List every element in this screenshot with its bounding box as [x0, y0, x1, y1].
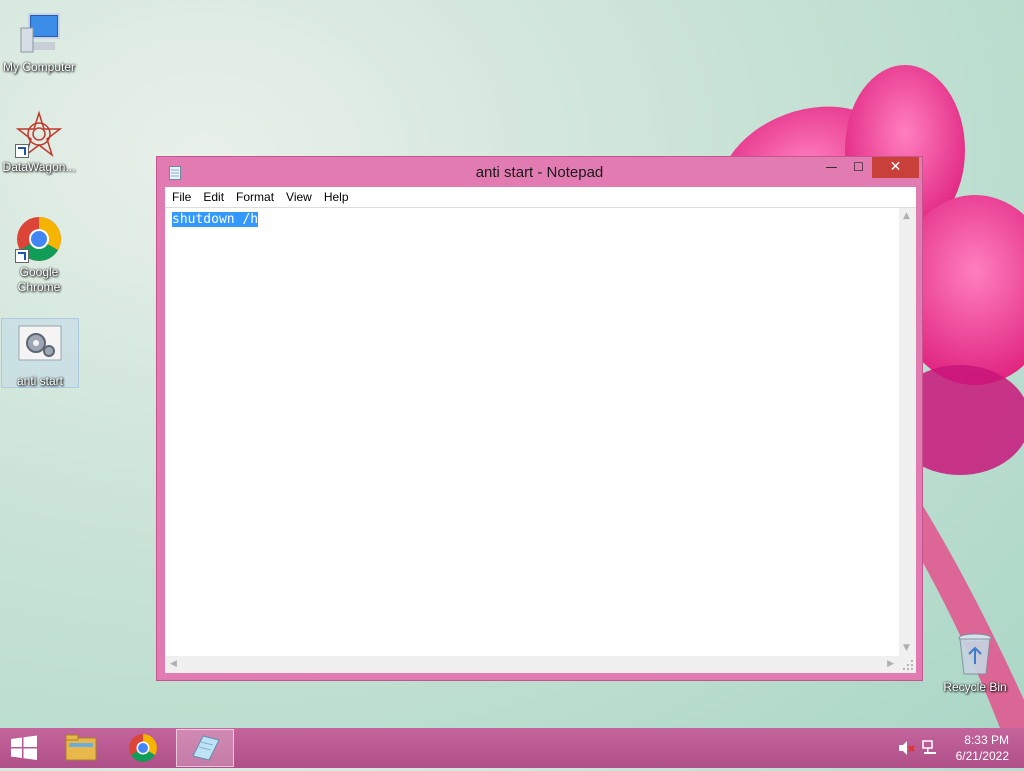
start-button[interactable] — [0, 728, 48, 768]
network-icon[interactable] — [922, 740, 938, 759]
chrome-icon — [15, 215, 63, 263]
notepad-icon — [192, 735, 220, 761]
windows-logo-icon — [11, 735, 37, 760]
maximize-button[interactable]: ☐ — [845, 157, 872, 178]
desktop-icon-label: My Computer — [2, 60, 76, 74]
minimize-button[interactable]: — — [818, 157, 845, 178]
chrome-icon — [129, 734, 157, 762]
taskbar-file-explorer[interactable] — [52, 729, 110, 767]
menu-file[interactable]: File — [166, 187, 197, 207]
datawagon-star-icon — [15, 110, 63, 158]
menu-view[interactable]: View — [280, 187, 318, 207]
close-button[interactable]: ✕ — [872, 157, 919, 178]
window-title: anti start - Notepad — [475, 164, 604, 181]
batch-file-gear-icon — [16, 324, 64, 372]
scroll-up-icon[interactable]: ▲ — [903, 211, 910, 221]
shortcut-arrow-icon — [15, 249, 29, 263]
vertical-scrollbar[interactable]: ▲ ▼ — [899, 208, 916, 656]
desktop-icon-label: anti start — [16, 374, 64, 388]
taskbar: 8:33 PM 6/21/2022 — [0, 728, 1024, 768]
menu-help[interactable]: Help — [318, 187, 355, 207]
desktop-icon-label: Recycle Bin — [943, 680, 1007, 694]
selected-text[interactable]: shutdown /h — [172, 212, 259, 227]
clock[interactable]: 8:33 PM 6/21/2022 — [949, 732, 1009, 764]
desktop-icon-recycle-bin[interactable]: Recycle Bin — [937, 630, 1013, 695]
volume-muted-icon[interactable] — [898, 740, 916, 759]
text-editor[interactable]: shutdown /h ▲ ▼ ◀ ▶ — [165, 208, 916, 673]
scroll-down-icon[interactable]: ▼ — [903, 643, 910, 653]
shortcut-arrow-icon — [15, 144, 29, 158]
title-bar[interactable]: anti start - Notepad — ☐ ✕ — [157, 157, 922, 187]
taskbar-chrome[interactable] — [114, 729, 172, 767]
desktop-icon-label: Google Chrome — [17, 265, 61, 294]
menu-format[interactable]: Format — [230, 187, 280, 207]
menu-bar: File Edit Format View Help — [165, 187, 916, 208]
folder-icon — [65, 734, 97, 761]
horizontal-scrollbar[interactable]: ◀ ▶ — [165, 656, 899, 673]
computer-icon — [15, 10, 63, 58]
scroll-left-icon[interactable]: ◀ — [170, 659, 177, 669]
taskbar-notepad[interactable] — [176, 729, 234, 767]
scroll-right-icon[interactable]: ▶ — [887, 659, 894, 669]
resize-grip-icon[interactable] — [899, 656, 916, 673]
recycle-bin-icon — [951, 630, 999, 678]
clock-time: 8:33 PM — [964, 733, 1009, 747]
desktop-icon-label: DataWagon... — [2, 160, 76, 174]
editor-text[interactable]: shutdown /h — [172, 212, 259, 228]
clock-date: 6/21/2022 — [955, 749, 1009, 763]
notepad-window: anti start - Notepad — ☐ ✕ File Edit Forma… — [156, 156, 923, 681]
desktop-icon-datawagon[interactable]: DataWagon... — [1, 110, 77, 175]
desktop-icon-google-chrome[interactable]: Google Chrome — [1, 215, 77, 295]
menu-edit[interactable]: Edit — [197, 187, 230, 207]
desktop-icon-my-computer[interactable]: My Computer — [1, 10, 77, 75]
desktop-icon-anti-start[interactable]: anti start — [1, 318, 79, 388]
